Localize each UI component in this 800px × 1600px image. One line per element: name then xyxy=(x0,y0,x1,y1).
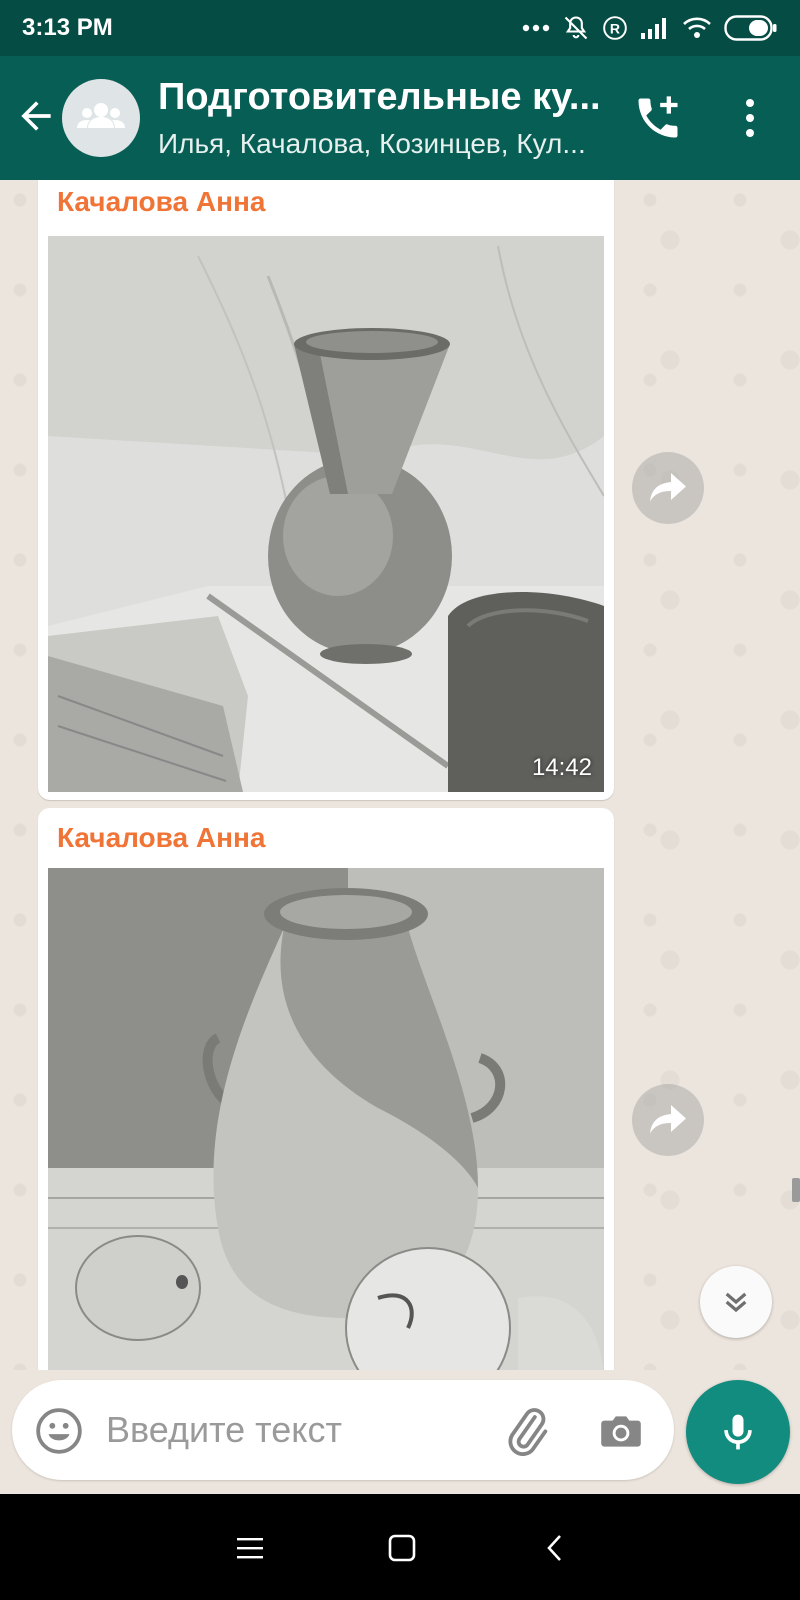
message-composer xyxy=(12,1380,674,1480)
message-input[interactable] xyxy=(106,1400,486,1460)
sender-name[interactable]: Качалова Анна xyxy=(57,186,265,218)
camera-button[interactable] xyxy=(596,1406,646,1456)
message-bubble[interactable]: Качалова Анна xyxy=(38,808,614,1370)
forward-icon xyxy=(650,473,686,502)
drawing-vase-still-life xyxy=(48,236,604,792)
battery-icon xyxy=(724,15,777,41)
more-dots-icon xyxy=(522,24,550,32)
back-icon xyxy=(547,1535,561,1561)
status-time: 3:13 PM xyxy=(22,14,113,41)
group-avatar[interactable] xyxy=(62,79,140,157)
chat-participants[interactable]: Илья, Качалова, Козинцев, Кул... xyxy=(158,128,598,160)
photo-message[interactable]: 14:42 xyxy=(48,236,604,792)
message-bubble[interactable]: Качалова Анна xyxy=(38,180,614,800)
emoji-icon xyxy=(36,1408,82,1454)
more-vert-icon xyxy=(746,99,754,137)
home-button[interactable] xyxy=(378,1524,426,1572)
attach-button[interactable] xyxy=(500,1404,554,1458)
scroll-to-bottom-button[interactable] xyxy=(700,1266,772,1338)
menu-icon xyxy=(237,1538,263,1559)
message-timestamp: 14:42 xyxy=(531,754,592,781)
forward-icon xyxy=(650,1105,686,1134)
back-arrow-icon xyxy=(21,101,51,131)
status-bar: 3:13 PM R xyxy=(0,0,800,56)
chat-header: Подготовительные ку... Илья, Качалова, К… xyxy=(0,56,800,180)
emoji-button[interactable] xyxy=(34,1406,84,1456)
microphone-icon xyxy=(724,1414,752,1450)
home-icon xyxy=(388,1534,416,1562)
group-avatar-icon xyxy=(77,103,125,128)
chat-area[interactable]: Качалова Анна 14:42 Качалова Анна xyxy=(0,180,800,1370)
svg-text:R: R xyxy=(610,20,620,36)
camera-icon xyxy=(601,1416,641,1447)
recent-apps-button[interactable] xyxy=(226,1524,274,1572)
voice-message-button[interactable] xyxy=(686,1380,790,1484)
double-chevron-down-icon xyxy=(725,1292,747,1313)
add-call-icon xyxy=(638,96,678,138)
registered-icon: R xyxy=(603,16,627,40)
chat-title[interactable]: Подготовительные ку... xyxy=(158,76,608,119)
add-call-button[interactable] xyxy=(632,92,684,144)
forward-button[interactable] xyxy=(632,452,704,524)
more-options-button[interactable] xyxy=(730,94,770,142)
paperclip-icon xyxy=(508,1408,548,1456)
drawing-jug-still-life xyxy=(48,868,604,1370)
forward-button[interactable] xyxy=(632,1084,704,1156)
back-button[interactable] xyxy=(14,94,58,138)
scrollbar-thumb[interactable] xyxy=(792,1178,800,1202)
system-back-button[interactable] xyxy=(530,1524,578,1572)
mute-icon xyxy=(564,16,588,40)
system-nav-bar xyxy=(0,1494,800,1600)
signal-icon xyxy=(641,18,666,39)
sender-name[interactable]: Качалова Анна xyxy=(57,822,265,854)
status-icons: R xyxy=(522,12,778,44)
wifi-icon xyxy=(683,17,711,38)
photo-message[interactable] xyxy=(48,868,604,1370)
